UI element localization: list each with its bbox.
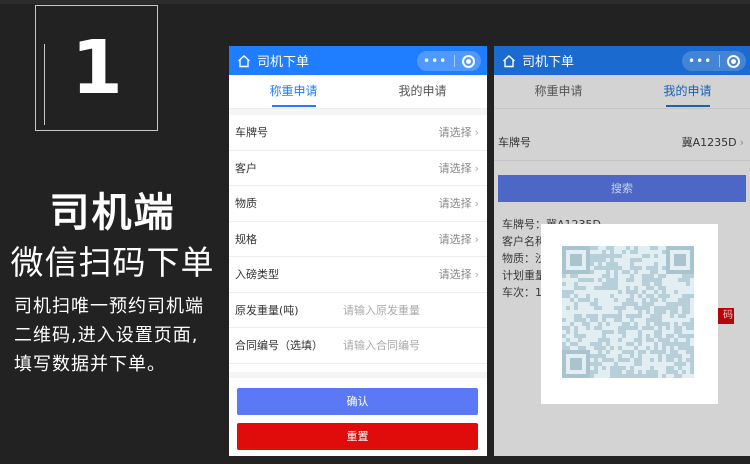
phone-order-form: 司机下单 ••• 称重申请 我的申请 车牌号 请选择 › 客户 请选择 › 物质 请…: [229, 46, 487, 456]
qr-code-image: [562, 246, 694, 378]
section-subheading: 微信扫码下单: [10, 243, 215, 282]
row-label: 车牌号: [498, 135, 531, 149]
step-number: 1: [71, 25, 123, 111]
spec-select-row[interactable]: 规格 请选择 ›: [229, 221, 487, 257]
mini-program-capsule: •••: [417, 51, 481, 71]
customer-select-row[interactable]: 客户 请选择 ›: [229, 150, 487, 186]
weight-input[interactable]: 请输入原发重量: [343, 302, 420, 318]
tab-bar: 称重申请 我的申请: [229, 75, 487, 109]
row-label: 规格: [235, 232, 257, 246]
contract-input[interactable]: 请输入合同编号: [343, 337, 420, 353]
row-label: 入磅类型: [235, 268, 279, 282]
row-value: 请选择: [438, 197, 472, 211]
confirm-button[interactable]: 确认: [237, 388, 478, 415]
row-value: 请选择: [438, 126, 472, 140]
close-target-icon[interactable]: [461, 54, 475, 68]
page-title: 司机下单: [257, 55, 310, 70]
tab-my-requests[interactable]: 我的申请: [358, 75, 487, 108]
chevron-right-icon: ›: [474, 197, 479, 211]
row-value: 请选择: [438, 268, 472, 282]
title-bar: 司机下单 •••: [494, 46, 750, 75]
search-button[interactable]: 搜索: [498, 175, 746, 202]
more-icon[interactable]: •••: [423, 51, 447, 71]
row-value: 请选择: [438, 232, 472, 246]
row-label: 车牌号: [235, 126, 268, 140]
section-heading: 司机端: [49, 190, 176, 236]
capsule-divider: [719, 55, 721, 67]
description-line: 司机扫唯一预约司机端: [14, 296, 204, 317]
plate-filter-row[interactable]: 车牌号 冀A1235D ›: [494, 123, 750, 161]
qr-code-popup[interactable]: [541, 224, 718, 404]
reset-button[interactable]: 重置: [237, 423, 478, 450]
row-label: 物质: [235, 197, 257, 211]
phone-my-requests: 司机下单 ••• 称重申请 我的申请 车牌号 冀A1235D› 搜索 车牌号：冀…: [494, 46, 750, 456]
original-weight-field[interactable]: 原发重量(吨) 请输入原发重量: [229, 292, 487, 328]
page-title: 司机下单: [522, 55, 575, 70]
description-line: 二维码,进入设置页面,: [14, 325, 199, 346]
row-label: 原发重量(吨): [235, 303, 299, 317]
weigh-type-select-row[interactable]: 入磅类型 请选择 ›: [229, 257, 487, 293]
tab-my-requests[interactable]: 我的申请: [623, 75, 750, 108]
chevron-right-icon: ›: [474, 232, 479, 246]
description: 司机扫唯一预约司机端 二维码,进入设置页面, 填写数据并下单。: [14, 292, 226, 379]
description-line: 填写数据并下单。: [14, 354, 166, 375]
mini-program-capsule: •••: [682, 51, 746, 71]
step-frame-line: [44, 44, 45, 125]
section-gap: [229, 372, 487, 378]
more-icon[interactable]: •••: [688, 51, 712, 71]
home-icon[interactable]: [502, 54, 516, 68]
tab-weigh-request[interactable]: 称重申请: [494, 75, 623, 108]
row-label: 客户: [235, 161, 257, 175]
chevron-right-icon: ›: [474, 126, 479, 140]
close-target-icon[interactable]: [726, 54, 740, 68]
title-bar: 司机下单 •••: [229, 46, 487, 75]
chevron-right-icon: ›: [739, 135, 744, 149]
plate-value: 冀A1235D: [681, 135, 737, 149]
row-label: 合同编号（选填）: [235, 339, 323, 353]
row-value: 请选择: [438, 161, 472, 175]
chevron-right-icon: ›: [474, 161, 479, 175]
material-select-row[interactable]: 物质 请选择 ›: [229, 186, 487, 222]
top-strip: [0, 0, 750, 4]
chevron-right-icon: ›: [474, 268, 479, 282]
home-icon[interactable]: [237, 54, 251, 68]
tab-bar: 称重申请 我的申请: [494, 75, 750, 109]
contract-number-field[interactable]: 合同编号（选填） 请输入合同编号: [229, 328, 487, 364]
tab-weigh-request[interactable]: 称重申请: [229, 75, 358, 108]
plate-select-row[interactable]: 车牌号 请选择 ›: [229, 115, 487, 151]
capsule-divider: [454, 55, 456, 67]
